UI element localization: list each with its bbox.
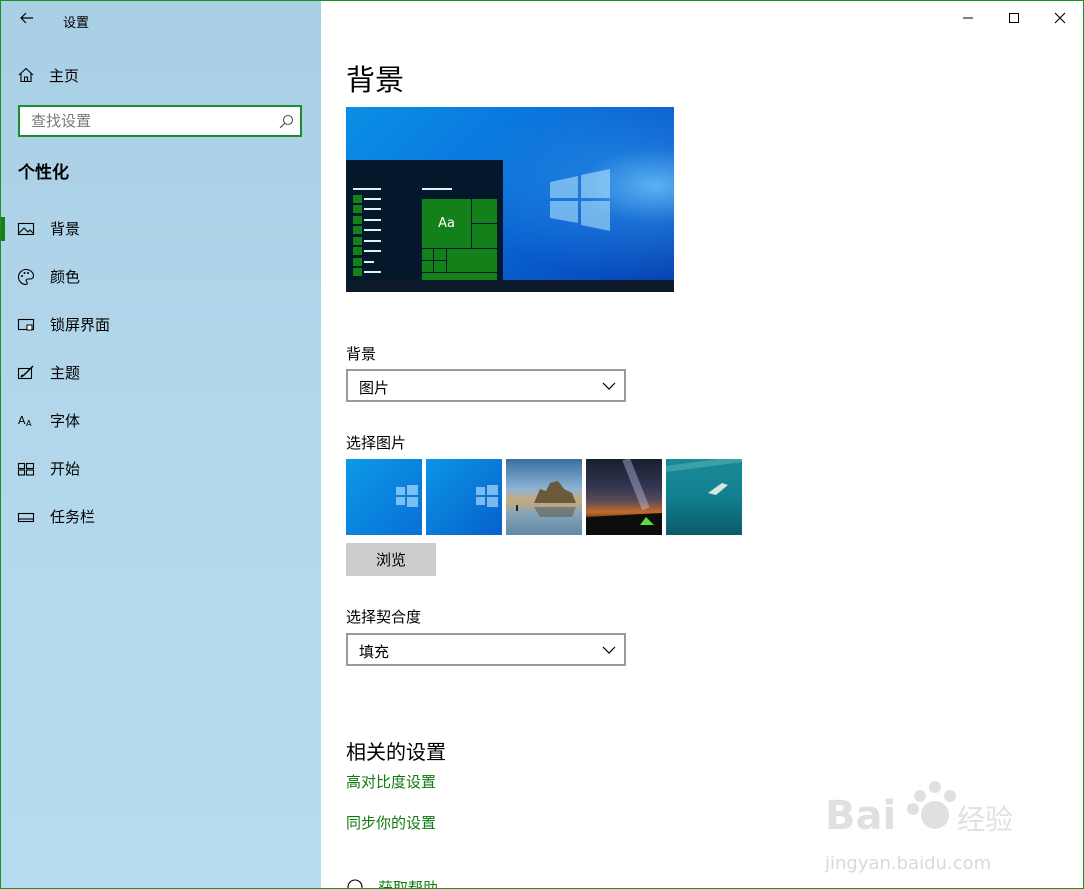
chevron-down-icon [602,646,616,654]
background-dropdown[interactable]: 图片 [346,369,626,402]
sidebar-item-start[interactable]: 开始 [1,445,321,493]
sidebar-item-label: 开始 [50,460,81,478]
sidebar-item-lock-screen[interactable]: 锁屏界面 [1,301,321,349]
baidu-watermark: Bai 经验 jingyan.baidu.com [825,771,1025,874]
tent-image [586,459,662,535]
choose-picture-label: 选择图片 [346,434,407,452]
search-box[interactable] [18,105,302,137]
sidebar-item-home[interactable]: 主页 [17,63,79,87]
app-title: 设置 [63,16,90,31]
thumbnail-sea-rocks-sunset[interactable] [506,459,582,535]
font-icon: A A [18,414,32,428]
sidebar-item-label: 背景 [50,220,81,238]
settings-window: 设置 主页 个性化 背景 [0,0,1084,889]
fit-label: 选择契合度 [346,608,422,626]
related-settings-title: 相关的设置 [346,740,446,764]
rock-formation-image [516,481,576,517]
sync-settings-link[interactable]: 同步你的设置 [346,812,436,833]
sidebar-item-themes[interactable]: 主题 [1,349,321,397]
taskbar-icon [17,512,35,523]
sidebar-item-taskbar[interactable]: 任务栏 [1,493,321,541]
get-help-label: 获取帮助 [378,878,439,889]
windows-logo-icon [550,169,610,231]
thumbnail-windows-blue-light[interactable] [346,459,422,535]
titlebar-left: 设置 [1,1,321,39]
thumbnail-windows-blue[interactable] [426,459,502,535]
start-icon [17,462,35,476]
lock-screen-icon [17,318,35,331]
back-button[interactable] [15,7,39,29]
sidebar-item-label: 主题 [50,364,81,382]
svg-text:A: A [26,419,32,428]
background-preview: Aa [346,107,674,292]
watermark-url: jingyan.baidu.com [825,853,992,874]
home-icon [18,67,34,83]
search-icon[interactable] [278,114,294,130]
back-arrow-icon [20,12,33,24]
background-label: 背景 [346,345,377,363]
thumbnail-underwater-swimmer[interactable] [666,459,742,535]
swimmer-image [666,459,742,495]
sidebar-item-label: 字体 [50,412,81,430]
fit-dropdown-value: 填充 [359,643,390,661]
get-help-link[interactable]: 获取帮助 [346,877,439,889]
preview-taskbar [346,280,674,292]
fit-dropdown[interactable]: 填充 [346,633,626,666]
high-contrast-link[interactable]: 高对比度设置 [346,771,436,792]
thumbnail-night-sky-tent[interactable] [586,459,662,535]
picture-thumbnails [346,459,746,535]
windows-logo-icon [476,485,498,507]
browse-button[interactable]: 浏览 [346,543,436,576]
sidebar: 设置 主页 个性化 背景 [1,1,321,888]
sidebar-item-label: 锁屏界面 [50,316,111,334]
sidebar-item-label: 颜色 [50,268,81,286]
chevron-down-icon [602,382,616,390]
sidebar-item-label: 任务栏 [50,508,96,526]
home-label: 主页 [49,66,80,85]
windows-logo-icon [396,485,418,507]
sidebar-item-colors[interactable]: 颜色 [1,253,321,301]
preview-tile-aa: Aa [421,198,472,249]
search-input[interactable] [29,107,273,135]
baidu-logo: Bai 经验 [825,781,1013,839]
palette-icon [18,268,35,286]
page-title: 背景 [346,63,405,97]
svg-text:经验: 经验 [957,803,1013,836]
sidebar-item-fonts[interactable]: A A 字体 [1,397,321,445]
theme-icon [17,365,34,380]
preview-start-menu: Aa [346,160,503,281]
image-icon [17,222,35,236]
main-content: 背景 Aa 背景 图片 选择图片 浏览 选择契合度 填充 相关的设置 高对比度设… [321,1,1083,888]
svg-text:Bai: Bai [825,793,896,839]
nav-list: 背景 颜色 锁屏界面 主题 A A 字体 开始 任务栏 [1,205,321,541]
help-chat-icon [347,879,363,888]
background-dropdown-value: 图片 [359,379,390,397]
svg-text:A: A [18,414,26,427]
sidebar-item-background[interactable]: 背景 [1,205,321,253]
section-title: 个性化 [18,163,69,183]
